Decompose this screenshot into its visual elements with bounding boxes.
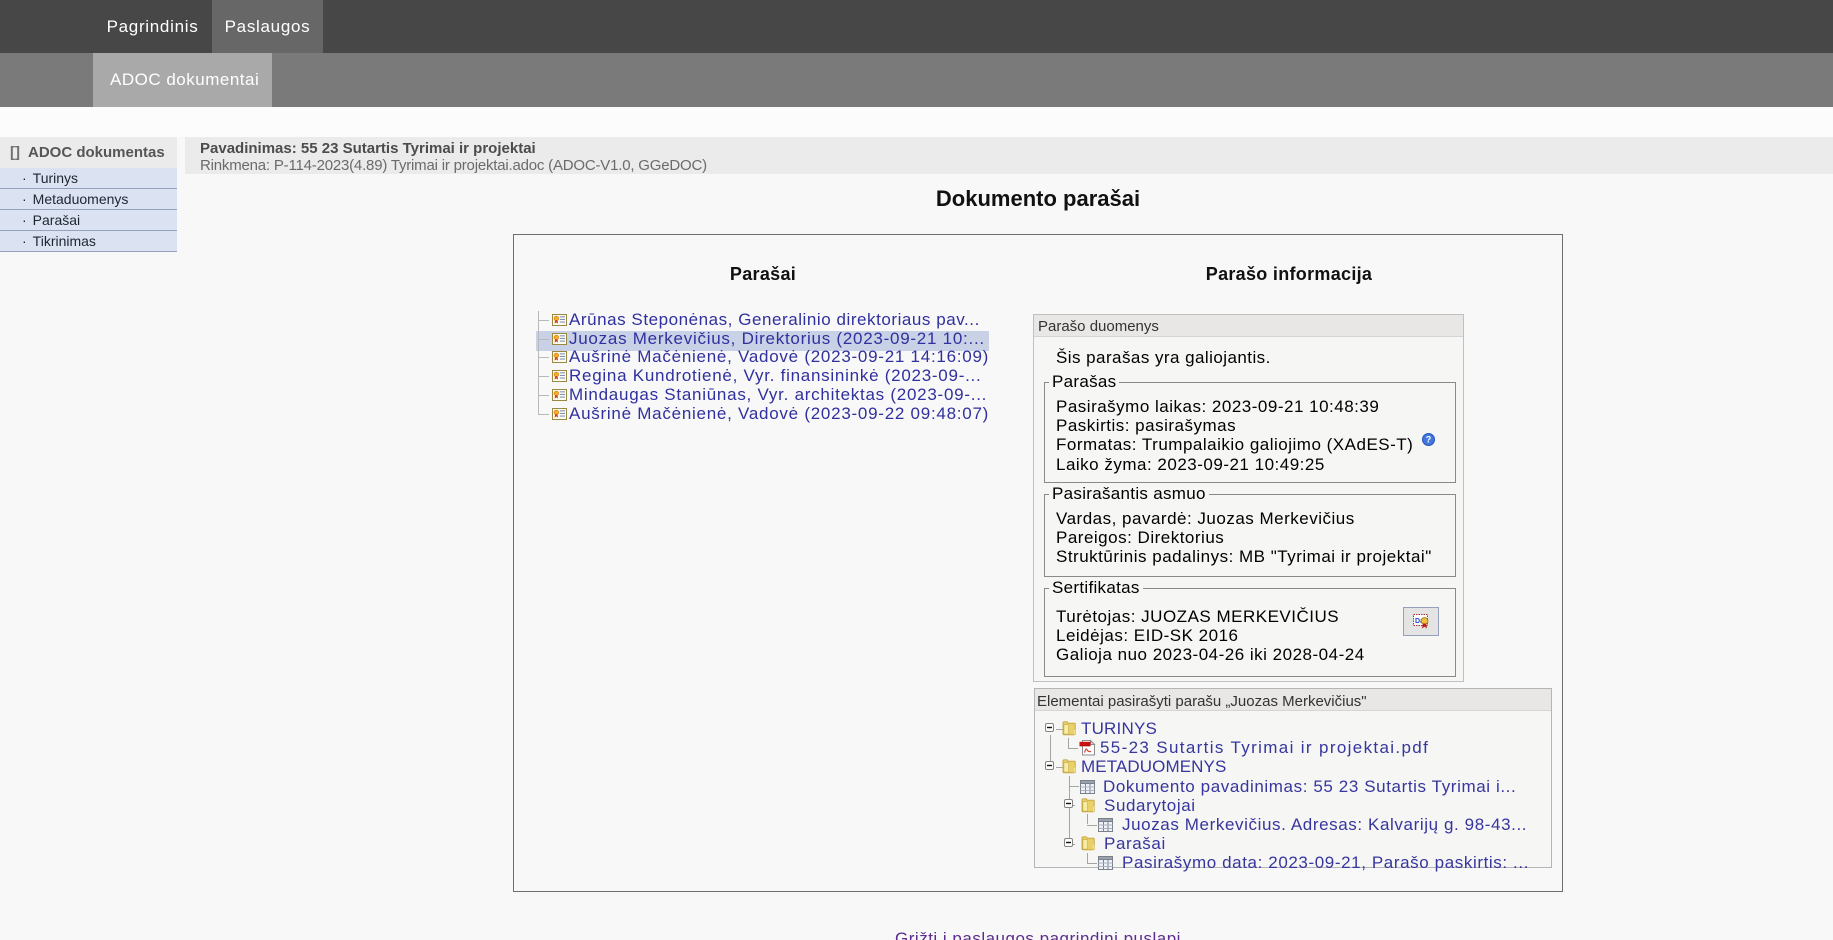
svg-text:?: ? — [1426, 435, 1432, 445]
